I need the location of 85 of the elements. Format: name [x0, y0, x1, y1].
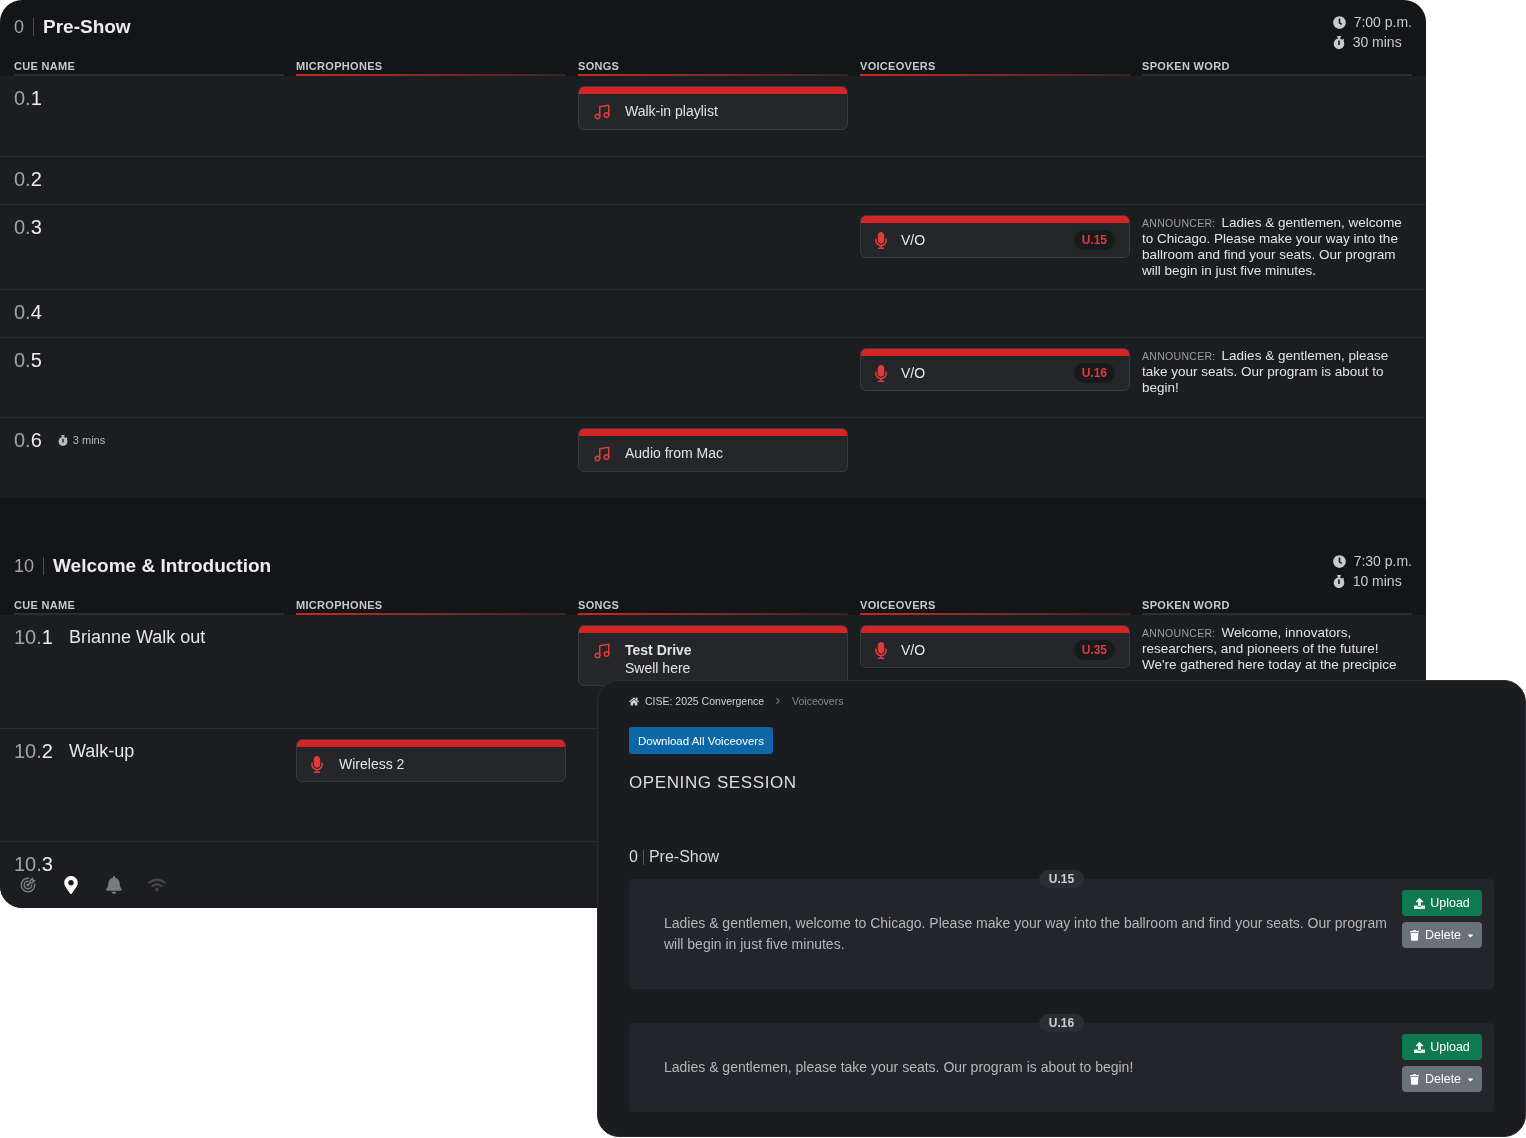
column-header: VOICEOVERS	[860, 59, 937, 73]
column-header: VOICEOVERS	[860, 598, 937, 612]
voiceover-card[interactable]: V/O U.16	[860, 348, 1130, 391]
target-icon[interactable]	[19, 876, 37, 894]
voiceover-label: V/O	[901, 231, 926, 250]
section-number: 10	[14, 555, 35, 577]
stopwatch-icon	[57, 434, 68, 446]
column-header: MICROPHONES	[296, 598, 384, 612]
voiceover-label: V/O	[901, 364, 926, 383]
breadcrumb-link[interactable]: CISE: 2025 Convergence	[645, 694, 765, 708]
spoken-word-text: ANNOUNCER: Ladies & gentlemen, please take your seats. Our program is about to begin!	[1142, 348, 1390, 396]
cue-number: 10.2	[14, 739, 53, 763]
cue-number: 10.1	[14, 625, 53, 649]
spoken-word-text: ANNOUNCER: Welcome, innovators, researchers, and pioneers of the future! We're gathered here today at the precipice	[1142, 625, 1398, 673]
cue-name: Walk-up	[68, 740, 135, 763]
voiceover-code: U.35	[1073, 640, 1115, 660]
song-title: Walk-in playlist	[625, 102, 718, 120]
segment-title: Pre-Show	[648, 847, 720, 867]
column-header: CUE NAME	[14, 59, 77, 73]
stopwatch-icon	[1332, 574, 1345, 588]
delete-dropdown-button[interactable]: Delete	[1402, 922, 1482, 948]
spoken-word-text: ANNOUNCER: Ladies & gentlemen, welcome to Chicago. Please make your way into the ballroom and find your seats. Our program will begin in just five minutes.	[1142, 215, 1403, 279]
microphone-icon	[875, 231, 887, 249]
segment-number: 0	[629, 847, 638, 867]
section-title: Welcome & Introduction	[53, 554, 272, 578]
clock-icon	[1332, 15, 1346, 29]
download-all-button[interactable]: Download All Voiceovers	[629, 727, 773, 754]
upload-button[interactable]: Upload	[1402, 1034, 1482, 1060]
voiceover-code: U.16	[1073, 363, 1115, 383]
cue-number: 0.4	[14, 300, 42, 324]
microphone-label: Wireless 2	[339, 755, 405, 773]
song-card[interactable]: Audio from Mac	[578, 428, 848, 472]
column-header: SPOKEN WORD	[1142, 598, 1231, 612]
cue-number: 0.1	[14, 86, 42, 110]
bell-icon[interactable]	[105, 876, 123, 894]
upload-icon	[1414, 897, 1426, 909]
song-card[interactable]: Test Drive Swell here	[578, 625, 848, 686]
start-time: 7:30 p.m.	[1353, 552, 1412, 571]
home-icon	[629, 696, 639, 706]
voiceover-script: Ladies & gentlemen, please take your seats. Our program is about to begin!	[663, 1058, 1135, 1077]
upload-icon	[1414, 1041, 1426, 1053]
voiceover-label: V/O	[901, 641, 926, 660]
upload-button[interactable]: Upload	[1402, 890, 1482, 916]
delete-dropdown-button[interactable]: Delete	[1402, 1066, 1482, 1092]
trash-icon	[1409, 1073, 1419, 1085]
session-title: OPENING SESSION	[629, 772, 797, 794]
cue-number: 0.2	[14, 167, 42, 191]
column-header: SPOKEN WORD	[1142, 59, 1231, 73]
column-header: SONGS	[578, 59, 621, 73]
cue-number: 0.3	[14, 215, 42, 239]
cue-number: 0.5	[14, 348, 42, 372]
music-note-icon	[593, 445, 611, 463]
breadcrumb-link[interactable]: Voiceovers	[792, 694, 844, 708]
start-time: 7:00 p.m.	[1353, 13, 1412, 32]
microphone-card[interactable]: Wireless 2	[296, 739, 566, 782]
clock-icon	[1332, 554, 1346, 568]
section-title: Pre-Show	[43, 15, 131, 39]
cue-number: 0.6	[14, 428, 42, 452]
voiceover-script: Ladies & gentlemen, welcome to Chicago. Please make your way into the ballroom and find your seats. Our program will begin in just five minutes.	[663, 914, 1388, 954]
music-note-icon	[593, 642, 611, 660]
voiceover-code-badge: U.16	[1038, 1014, 1085, 1032]
music-note-icon	[593, 103, 611, 121]
cue-number: 10.3	[14, 852, 53, 876]
section-number: 0	[14, 16, 24, 38]
stopwatch-icon	[1332, 35, 1345, 49]
song-title: Audio from Mac	[625, 444, 724, 462]
microphone-icon	[311, 755, 323, 773]
voiceover-card[interactable]: V/O U.35	[860, 625, 1130, 668]
voiceover-code-badge: U.15	[1038, 870, 1085, 888]
column-header: MICROPHONES	[296, 59, 384, 73]
voiceover-card[interactable]: V/O U.15	[860, 215, 1130, 258]
column-header: SONGS	[578, 598, 621, 612]
section-duration: 30 mins	[1352, 33, 1402, 52]
column-header: CUE NAME	[14, 598, 77, 612]
section-duration: 10 mins	[1352, 572, 1402, 591]
song-note: Swell here	[625, 659, 692, 677]
song-card[interactable]: Walk-in playlist	[578, 86, 848, 130]
cue-duration: 3 mins	[72, 433, 106, 447]
cue-name: Brianne Walk out	[68, 626, 206, 649]
map-pin-icon[interactable]	[62, 876, 80, 894]
trash-icon	[1409, 929, 1419, 941]
microphone-icon	[875, 364, 887, 382]
song-title: Test Drive	[625, 641, 692, 659]
voiceover-code: U.15	[1073, 230, 1115, 250]
microphone-icon	[875, 641, 887, 659]
